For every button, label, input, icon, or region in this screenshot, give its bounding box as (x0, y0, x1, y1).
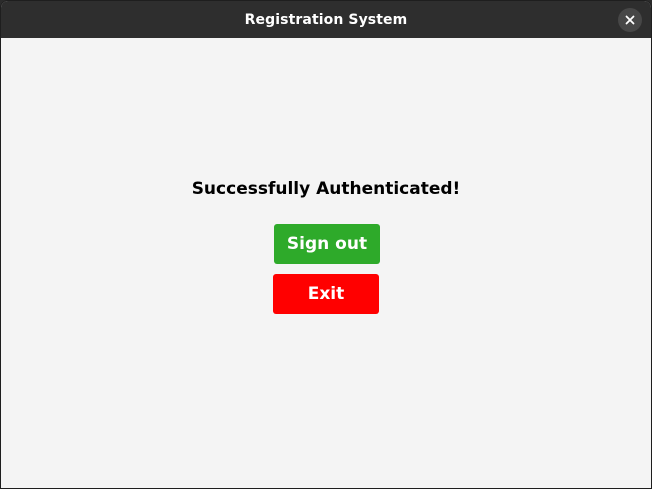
main-content: Successfully Authenticated! Sign out Exi… (1, 38, 651, 488)
window-title: Registration System (244, 11, 408, 28)
sign-out-button[interactable]: Sign out (274, 224, 380, 264)
exit-button[interactable]: Exit (273, 274, 379, 314)
close-icon (625, 15, 635, 25)
app-window: Registration System Successfully Authent… (0, 0, 652, 489)
auth-success-message: Successfully Authenticated! (191, 179, 461, 199)
close-button[interactable] (618, 8, 642, 32)
title-bar[interactable]: Registration System (1, 1, 651, 38)
